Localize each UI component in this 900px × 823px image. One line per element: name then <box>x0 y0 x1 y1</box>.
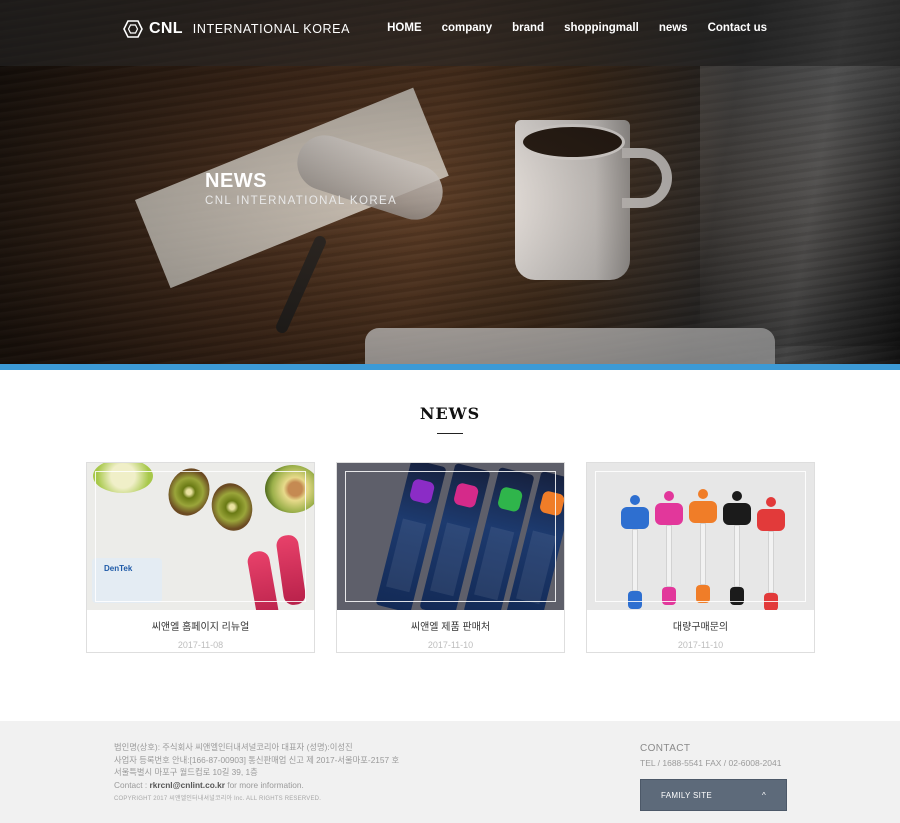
family-site-label: FAMILY SITE <box>661 790 713 800</box>
hero-heading: NEWS CNL INTERNATIONAL KOREA <box>205 170 397 207</box>
news-card-image[interactable] <box>587 463 814 610</box>
hero-accent-bar <box>0 364 900 370</box>
logo-text-strong: CNL <box>149 20 183 37</box>
section-title: NEWS <box>419 404 481 423</box>
hero-subtitle: CNL INTERNATIONAL KOREA <box>205 195 398 207</box>
contact-email-line: Contact : rkrcnl@cnlint.co.kr for more i… <box>114 779 399 792</box>
news-card[interactable]: DenTek 씨앤엘 홈페이지 리뉴얼 2017-11-08 <box>86 462 315 653</box>
hero-title: NEWS <box>205 170 267 192</box>
nav-brand[interactable]: brand <box>512 22 544 34</box>
company-info-line: 사업자 등록번호 안내:[166-87-00903] 통신판매업 신고 제 20… <box>114 754 400 765</box>
card-image-frame <box>345 471 556 602</box>
news-card[interactable]: 씨앤엘 제품 판매처 2017-11-10 <box>336 462 565 653</box>
card-image-frame <box>95 471 306 602</box>
logo-text-light: INTERNATIONAL KOREA <box>192 22 351 36</box>
news-card-title[interactable]: 씨앤엘 홈페이지 리뉴얼 <box>87 618 314 633</box>
main-nav: HOME company brand shoppingmall news Con… <box>387 22 767 34</box>
news-card-date: 2017-11-10 <box>677 640 724 650</box>
news-card-title[interactable]: 대량구매문의 <box>587 618 814 633</box>
nav-home[interactable]: HOME <box>387 22 422 34</box>
nav-contact-us[interactable]: Contact us <box>708 22 767 34</box>
site-logo[interactable]: CNL INTERNATIONAL KOREA <box>123 20 350 38</box>
company-info-line: 서울특별시 마포구 월드컵로 10길 39, 1층 <box>114 767 258 777</box>
logo-hexagon-icon <box>123 20 143 38</box>
contact-email-link[interactable]: rkrcnl@cnlint.co.kr <box>150 780 225 790</box>
chevron-up-icon: ^ <box>761 790 766 800</box>
contact-suffix: for more information. <box>227 779 304 790</box>
section-title-underline <box>437 433 463 434</box>
news-card-date: 2017-11-08 <box>177 640 224 650</box>
nav-shoppingmall[interactable]: shoppingmall <box>564 22 639 34</box>
news-card-list: DenTek 씨앤엘 홈페이지 리뉴얼 2017-11-08 씨앤엘 제품 판매… <box>86 462 815 653</box>
family-site-select[interactable]: FAMILY SITE ^ <box>640 779 787 811</box>
nav-company[interactable]: company <box>442 22 493 34</box>
news-card[interactable]: 대량구매문의 2017-11-10 <box>586 462 815 653</box>
news-card-date: 2017-11-10 <box>427 640 474 650</box>
news-card-image[interactable]: DenTek <box>87 463 314 610</box>
contact-prefix: Contact : <box>114 779 148 790</box>
news-card-title[interactable]: 씨앤엘 제품 판매처 <box>337 618 564 633</box>
copyright: COPYRIGHT 2017 씨앤엘인터내셔널코리아 Inc. ALL RIGH… <box>114 796 322 802</box>
contact-title: CONTACT <box>640 743 691 754</box>
nav-news[interactable]: news <box>659 22 688 34</box>
hero-banner: CNL INTERNATIONAL KOREA HOME company bra… <box>0 0 900 364</box>
contact-phone-fax: TEL / 1688-5541 FAX / 02-6008-2041 <box>640 758 782 768</box>
company-info: 법인명(상호): 주식회사 씨앤엘인터내셔널코리아 대표자 (성명):이성진 사… <box>114 741 399 806</box>
company-info-line: 법인명(상호): 주식회사 씨앤엘인터내셔널코리아 대표자 (성명):이성진 <box>114 742 353 752</box>
news-card-image[interactable] <box>337 463 564 610</box>
site-footer: 법인명(상호): 주식회사 씨앤엘인터내셔널코리아 대표자 (성명):이성진 사… <box>0 721 900 823</box>
card-image-frame <box>595 471 806 602</box>
